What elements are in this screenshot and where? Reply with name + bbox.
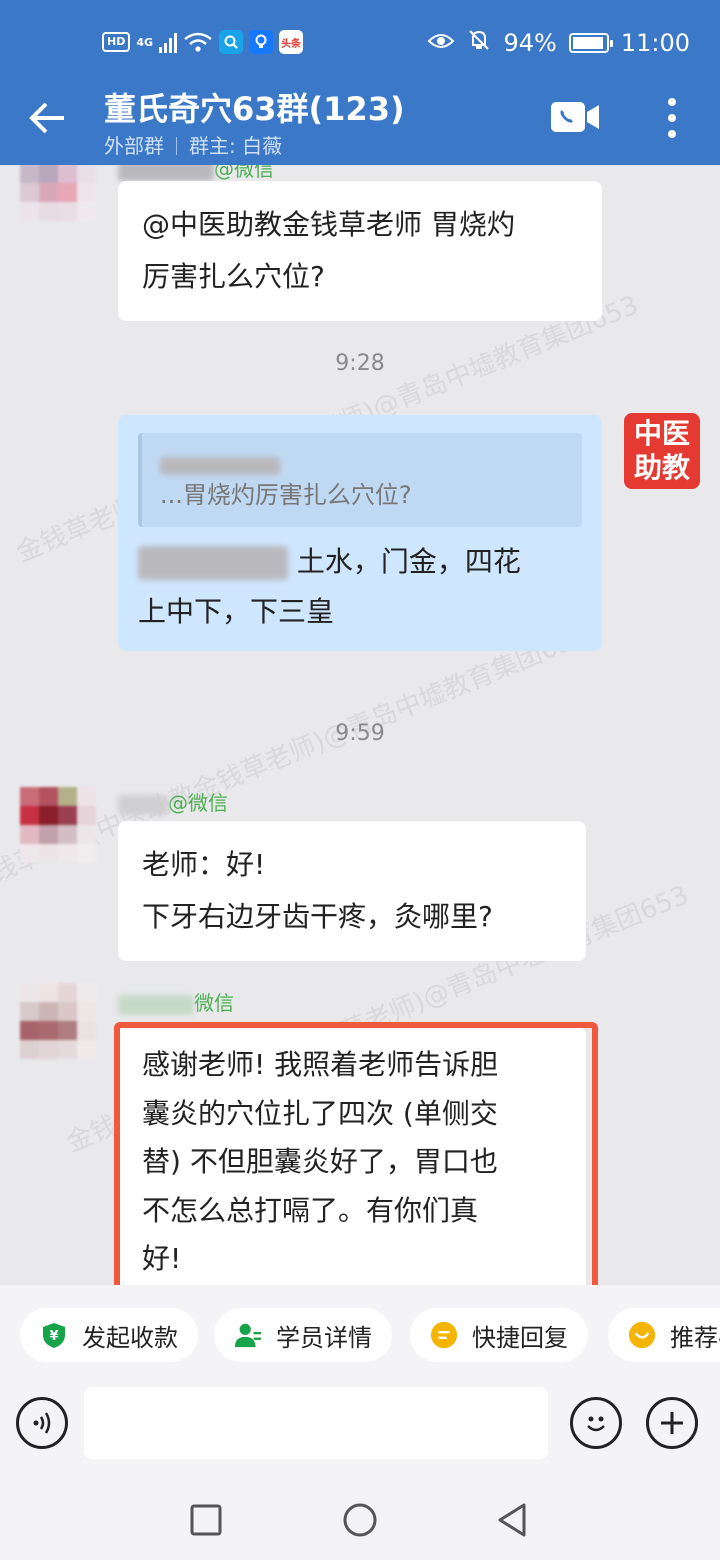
search-app-icon (219, 30, 244, 54)
highlight-frame (114, 1022, 598, 1285)
user-icon (234, 1321, 262, 1349)
quick-action-bar: ¥ 发起收款 学员详情 快捷回复 推荐- (0, 1285, 720, 1385)
back-nav-icon[interactable] (496, 1502, 528, 1538)
message-bubble-mine[interactable]: ...胃烧灼厉害扎么穴位? 土水，门金，四花 上中下，下三皇 (118, 415, 602, 651)
sender-name: @微信 (118, 165, 274, 182)
timestamp: 9:59 (335, 721, 385, 746)
battery-percent: 94% (503, 29, 557, 57)
avatar[interactable] (20, 787, 96, 863)
quick-action-recommend[interactable]: 推荐- (608, 1308, 720, 1362)
chat-title: 董氏奇穴63群(123) (104, 90, 405, 128)
yen-icon: ¥ (40, 1321, 68, 1349)
quick-action-reply[interactable]: 快捷回复 (410, 1308, 588, 1362)
add-icon[interactable] (646, 1397, 698, 1449)
eye-icon (427, 29, 455, 57)
quick-action-label: 快捷回复 (472, 1323, 568, 1352)
battery-icon (568, 33, 613, 53)
emoji-icon[interactable] (570, 1397, 622, 1449)
quick-action-label: 学员详情 (276, 1323, 372, 1352)
sender-name: @微信 (118, 787, 228, 816)
quick-action-label: 发起收款 (82, 1323, 178, 1352)
bell-off-icon (467, 28, 491, 58)
hd-indicator: HD (102, 32, 131, 52)
reply-icon (430, 1321, 458, 1349)
message-bubble[interactable]: @中医助教金钱草老师 胃烧灼 厉害扎么穴位? (118, 181, 602, 321)
signal-icon (159, 31, 178, 53)
status-bar: HD 4G 头条 94% 11:00 (0, 22, 720, 64)
svg-text:¥: ¥ (49, 1329, 58, 1344)
message-bubble[interactable]: 老师：好! 下牙右边牙齿干疼，灸哪里? (118, 821, 586, 961)
recommend-icon (628, 1321, 656, 1349)
quick-action-payment[interactable]: ¥ 发起收款 (20, 1308, 198, 1362)
avatar[interactable] (20, 165, 96, 221)
teacher-avatar[interactable]: 中医 助教 (624, 413, 700, 489)
quoted-text: ...胃烧灼厉害扎么穴位? (160, 481, 412, 509)
system-nav-bar (0, 1480, 720, 1560)
input-bar (0, 1385, 720, 1480)
top-bar: HD 4G 头条 94% 11:00 董氏奇穴63群(123) 外部群 群主: … (0, 0, 720, 165)
chat-subtitle: 外部群 群主: 白薇 (104, 130, 282, 159)
quick-action-student[interactable]: 学员详情 (214, 1308, 392, 1362)
reply-text: 土水，门金，四花 上中下，下三皇 (138, 545, 521, 628)
clock: 11:00 (620, 29, 690, 57)
back-arrow-icon[interactable] (24, 96, 72, 144)
message-text: 老师：好! 下牙右边牙齿干疼，灸哪里? (142, 848, 493, 933)
sender-name: 微信 (118, 987, 234, 1016)
bulb-app-icon (249, 30, 274, 54)
group-type-tag: 外部群 (104, 134, 164, 158)
avatar[interactable] (20, 983, 96, 1059)
quoted-message[interactable]: ...胃烧灼厉害扎么穴位? (138, 433, 582, 527)
chat-area[interactable]: 金钱草老师(中医助教金钱草老师)@青岛中墟教育集团653 金钱草老师(中医助教金… (0, 165, 720, 1285)
toutiao-app-icon: 头条 (279, 30, 304, 54)
wifi-icon (183, 31, 213, 53)
voice-input-icon[interactable] (16, 1397, 68, 1449)
more-options-icon[interactable] (660, 96, 684, 140)
network-type: 4G (136, 35, 154, 49)
message-input[interactable] (84, 1387, 548, 1459)
video-call-icon[interactable] (550, 100, 600, 134)
group-owner: 群主: 白薇 (189, 134, 283, 158)
recents-icon[interactable] (190, 1504, 222, 1536)
home-icon[interactable] (342, 1502, 378, 1538)
timestamp: 9:28 (335, 351, 385, 376)
avatar-badge-text: 中医 助教 (633, 417, 690, 484)
quick-action-label: 推荐- (670, 1323, 720, 1352)
message-text: @中医助教金钱草老师 胃烧灼 厉害扎么穴位? (142, 208, 515, 293)
